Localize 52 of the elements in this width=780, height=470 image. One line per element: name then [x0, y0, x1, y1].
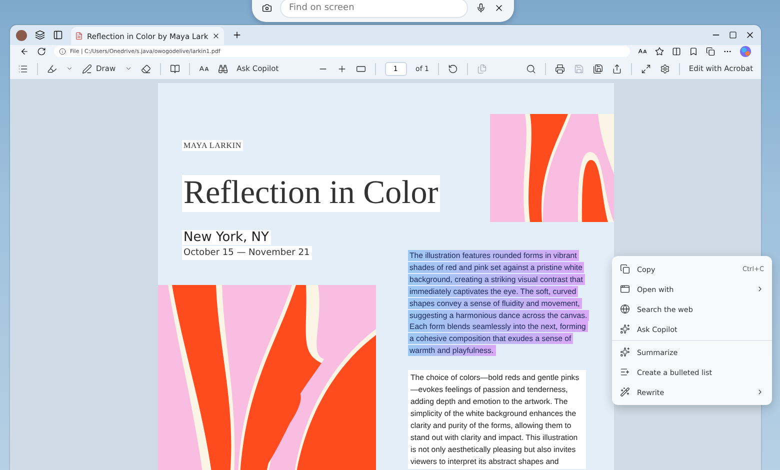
share-icon[interactable] [612, 64, 622, 74]
pdf-icon [75, 32, 83, 40]
favorites-icon[interactable] [689, 47, 698, 56]
split-screen-icon[interactable] [672, 47, 681, 56]
print-icon[interactable] [554, 64, 565, 74]
settings-icon[interactable] [660, 64, 670, 74]
read-aloud-icon[interactable] [638, 47, 647, 56]
back-icon[interactable] [20, 47, 29, 56]
info-icon [59, 48, 66, 55]
copilot-icon[interactable] [740, 46, 751, 57]
workspaces-icon[interactable] [35, 30, 45, 40]
fullscreen-icon[interactable] [640, 64, 651, 74]
chevron-icon [756, 388, 764, 396]
favorite-icon[interactable] [655, 47, 664, 56]
date-range: October 15 — November 21 [182, 246, 312, 260]
highlighter-icon[interactable] [47, 64, 57, 74]
eraser-icon[interactable] [140, 64, 151, 74]
rotate-icon[interactable] [448, 64, 458, 74]
tab-actions-icon[interactable] [53, 30, 63, 40]
globe-icon [620, 304, 630, 314]
new-tab-icon[interactable] [232, 30, 242, 40]
binoculars-icon[interactable] [218, 64, 228, 74]
microphone-icon[interactable] [476, 3, 486, 13]
read-aloud-icon[interactable] [198, 64, 209, 74]
close-icon[interactable] [745, 30, 755, 40]
camera-icon[interactable] [262, 3, 272, 13]
zoom-in-icon[interactable] [336, 64, 347, 74]
chevron-icon[interactable] [124, 65, 132, 72]
maximize-icon[interactable] [729, 31, 737, 39]
close-icon[interactable] [494, 3, 504, 13]
document-title: Reflection in Color [182, 175, 440, 212]
author-name: MAYA LARKIN [182, 140, 244, 151]
sparkle-icon [620, 324, 630, 334]
page-view-icon[interactable] [170, 64, 180, 74]
location-text: New York, NY [182, 230, 271, 245]
fit-page-icon[interactable] [356, 64, 366, 74]
contents-icon[interactable] [18, 64, 28, 74]
close-icon[interactable] [212, 32, 220, 40]
list-icon [620, 367, 630, 377]
avatar-icon[interactable] [16, 30, 27, 40]
sparkle-icon [620, 347, 630, 357]
search-field[interactable]: Find on screen [280, 0, 468, 18]
copy-icon [620, 264, 630, 274]
save-as-icon[interactable] [592, 64, 603, 74]
chevron-icon [756, 285, 764, 293]
search-icon[interactable] [526, 64, 536, 74]
pen-icon [82, 64, 92, 74]
app-icon [620, 284, 630, 294]
wand-icon [620, 387, 630, 397]
refresh-icon[interactable] [37, 47, 46, 56]
chevron-icon[interactable] [66, 65, 73, 72]
collections-icon[interactable] [706, 47, 715, 56]
